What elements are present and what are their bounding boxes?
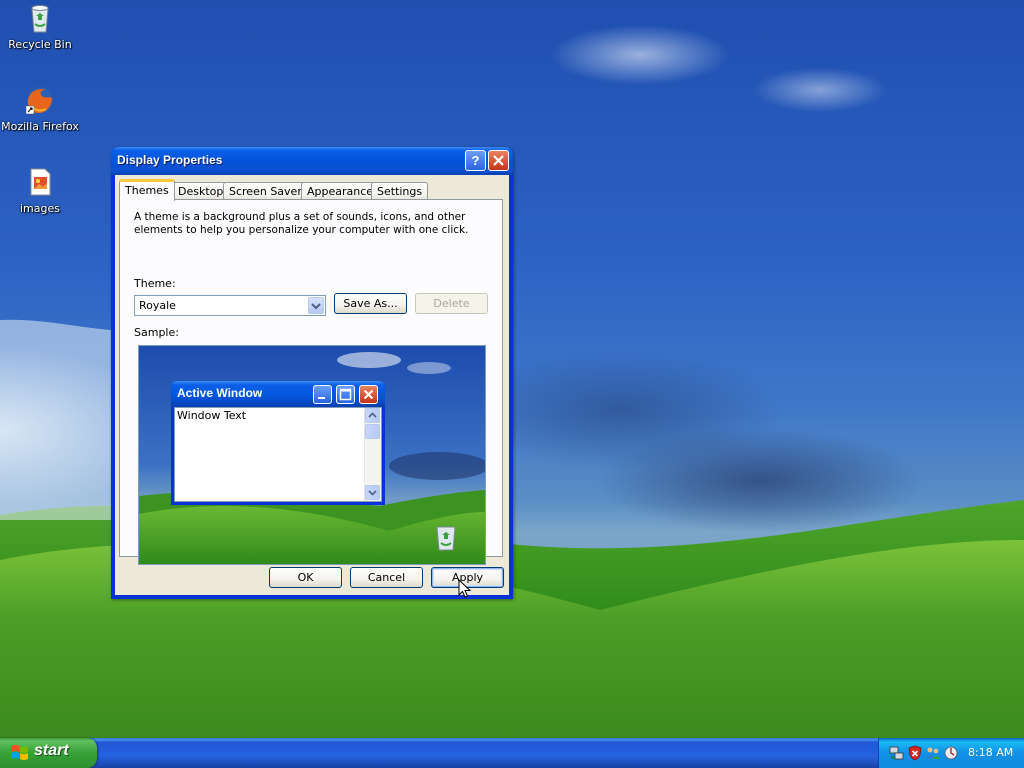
firefox-icon [25, 87, 53, 115]
recycle-bin-icon [31, 5, 49, 33]
users-icon[interactable] [925, 745, 941, 761]
image-file-icon [30, 168, 51, 196]
taskbar-clock[interactable]: 8:18 AM [968, 746, 1013, 759]
scroll-up-icon [365, 408, 380, 423]
start-label: start [34, 742, 69, 759]
scroll-down-icon [365, 485, 380, 500]
theme-sample-preview: Active Window Window Text [138, 345, 486, 565]
desktop-icon-label: Recycle Bin [8, 38, 72, 51]
maximize-icon [336, 385, 355, 404]
sample-window-client: Window Text [174, 407, 382, 502]
cancel-button[interactable]: Cancel [350, 567, 423, 588]
mouse-cursor-icon [458, 579, 472, 598]
desktop-icon-firefox[interactable]: Mozilla Firefox [0, 84, 80, 133]
tab-themes[interactable]: Themes [119, 179, 175, 201]
theme-select-value: Royale [139, 299, 176, 312]
network-icon[interactable] [889, 745, 905, 761]
system-tray: 8:18 AM [878, 738, 1024, 768]
sample-active-window: Active Window Window Text [171, 381, 385, 505]
help-icon: ? [471, 153, 480, 168]
sample-label: Sample: [134, 326, 179, 339]
security-shield-icon[interactable] [907, 745, 923, 761]
theme-label: Theme: [134, 277, 176, 290]
taskbar: start 8:18 AM [0, 738, 1024, 768]
sample-scrollbar [364, 408, 381, 501]
display-properties-dialog: Display Properties ? Themes Desktop Scre… [111, 147, 513, 599]
desktop-icon-images[interactable]: images [0, 166, 80, 215]
tray-app-icon[interactable] [943, 745, 959, 761]
close-icon [493, 155, 504, 166]
tab-screen-saver[interactable]: Screen Saver [223, 182, 308, 200]
chevron-down-icon [311, 303, 321, 310]
close-button[interactable] [488, 150, 509, 171]
dialog-title: Display Properties [117, 153, 223, 167]
minimize-icon [313, 385, 332, 404]
dialog-client-area: Themes Desktop Screen Saver Appearance S… [115, 175, 509, 595]
themes-description: A theme is a background plus a set of so… [134, 211, 469, 236]
desktop-icon-recycle-bin[interactable]: Recycle Bin [0, 2, 80, 51]
close-icon [359, 385, 378, 404]
sample-window-titlebar: Active Window [171, 381, 385, 407]
sample-window-title: Active Window [177, 386, 263, 400]
sample-window-text: Window Text [177, 409, 247, 422]
desktop-icon-label: images [20, 202, 60, 215]
windows-logo-icon [11, 745, 28, 760]
scroll-thumb [365, 424, 380, 439]
start-button[interactable]: start [0, 738, 97, 768]
dropdown-arrow-button[interactable] [308, 297, 324, 314]
desktop-icon-label: Mozilla Firefox [1, 120, 79, 133]
tab-settings[interactable]: Settings [371, 182, 429, 200]
help-button[interactable]: ? [465, 150, 486, 171]
dialog-titlebar[interactable]: Display Properties ? [111, 147, 513, 175]
theme-select[interactable]: Royale [134, 295, 326, 316]
ok-button[interactable]: OK [269, 567, 342, 588]
sample-recycle-bin-icon [436, 526, 456, 551]
tab-desktop[interactable]: Desktop [172, 182, 230, 200]
themes-panel: A theme is a background plus a set of so… [119, 199, 503, 565]
delete-button[interactable]: Delete [415, 293, 488, 314]
save-as-button[interactable]: Save As... [334, 293, 407, 314]
tab-appearance[interactable]: Appearance [301, 182, 380, 200]
